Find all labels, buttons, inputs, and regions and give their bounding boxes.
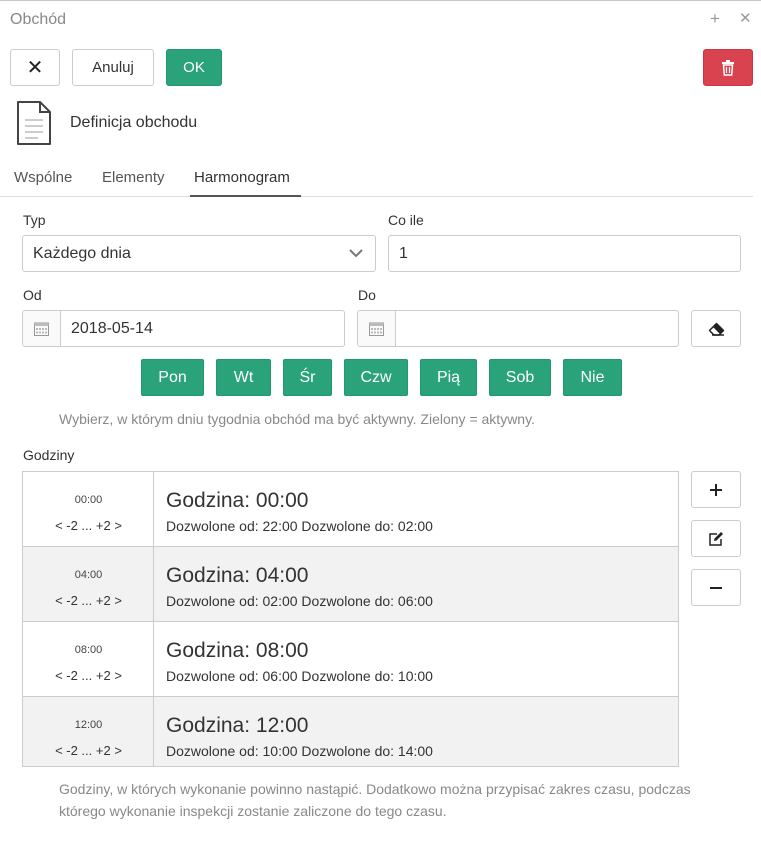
eraser-icon bbox=[708, 322, 724, 336]
cancel-button[interactable]: Anuluj bbox=[72, 49, 154, 86]
calendar-icon[interactable] bbox=[23, 311, 61, 346]
hour-row[interactable]: 12:00 < -2 ... +2 > Godzina: 12:00 Dozwo… bbox=[23, 697, 678, 766]
hour-row[interactable]: 08:00 < -2 ... +2 > Godzina: 08:00 Dozwo… bbox=[23, 622, 678, 697]
delete-button[interactable] bbox=[703, 49, 753, 86]
page-title: Definicja obchodu bbox=[70, 114, 198, 131]
window-close-button[interactable]: ✕ bbox=[739, 9, 752, 29]
active-tab-indicator bbox=[190, 195, 301, 197]
tab-elementy[interactable]: Elementy bbox=[102, 169, 165, 186]
hour-title: Godzina: 00:00 bbox=[166, 489, 309, 512]
trash-icon bbox=[722, 59, 734, 76]
od-date-field[interactable]: 2018-05-14 bbox=[22, 310, 345, 347]
tab-bar: Wspólne Elementy Harmonogram bbox=[0, 160, 753, 197]
chevron-down-icon bbox=[349, 249, 363, 258]
hour-allowed-range: Dozwolone od: 06:00 Dozwolone do: 10:00 bbox=[166, 668, 433, 684]
hour-title: Godzina: 04:00 bbox=[166, 564, 309, 587]
hour-title: Godzina: 12:00 bbox=[166, 714, 309, 737]
typ-select-value: Każdego dnia bbox=[33, 244, 131, 262]
day-toggle-nie[interactable]: Nie bbox=[563, 359, 622, 396]
hour-allowed-range: Dozwolone od: 22:00 Dozwolone do: 02:00 bbox=[166, 518, 433, 534]
do-label: Do bbox=[358, 287, 376, 303]
hour-time-small: 00:00 bbox=[74, 494, 103, 506]
hour-title: Godzina: 08:00 bbox=[166, 639, 309, 662]
window-title: Obchód bbox=[10, 11, 67, 28]
clear-dates-button[interactable] bbox=[691, 310, 741, 347]
day-toggle-pia[interactable]: Pią bbox=[420, 359, 477, 396]
document-icon bbox=[17, 101, 51, 145]
typ-select[interactable]: Każdego dnia bbox=[22, 235, 376, 272]
tab-harmonogram[interactable]: Harmonogram bbox=[194, 169, 290, 186]
hour-cell-left: 04:00 < -2 ... +2 > bbox=[23, 547, 154, 621]
od-label: Od bbox=[23, 287, 42, 303]
do-date-field[interactable] bbox=[357, 310, 679, 347]
ok-button[interactable]: OK bbox=[166, 49, 222, 86]
edit-hour-button[interactable] bbox=[691, 520, 741, 557]
days-hint: Wybierz, w którym dniu tygodnia obchód m… bbox=[59, 411, 535, 427]
hour-range: < -2 ... +2 > bbox=[55, 518, 122, 533]
hour-cell-left: 12:00 < -2 ... +2 > bbox=[23, 697, 154, 766]
day-toggle-sob[interactable]: Sob bbox=[489, 359, 551, 396]
hour-range: < -2 ... +2 > bbox=[55, 668, 122, 683]
hour-cell-left: 00:00 < -2 ... +2 > bbox=[23, 472, 154, 546]
hour-time-small: 12:00 bbox=[74, 719, 103, 731]
co-ile-input[interactable]: 1 bbox=[388, 235, 741, 272]
hour-range: < -2 ... +2 > bbox=[55, 593, 122, 608]
window-titlebar: Obchód + ✕ bbox=[0, 0, 761, 38]
hour-range: < -2 ... +2 > bbox=[55, 743, 122, 758]
hour-time-small: 08:00 bbox=[74, 644, 103, 656]
hours-list: 00:00 < -2 ... +2 > Godzina: 00:00 Dozwo… bbox=[22, 471, 679, 767]
od-date-value: 2018-05-14 bbox=[71, 319, 153, 337]
hours-label: Godziny bbox=[23, 447, 75, 463]
hour-allowed-range: Dozwolone od: 10:00 Dozwolone do: 14:00 bbox=[166, 743, 433, 759]
plus-icon bbox=[710, 483, 722, 496]
co-ile-label: Co ile bbox=[388, 212, 424, 228]
co-ile-value: 1 bbox=[399, 244, 408, 262]
close-icon: ✕ bbox=[26, 57, 44, 79]
hour-cell-left: 08:00 < -2 ... +2 > bbox=[23, 622, 154, 696]
add-hour-button[interactable] bbox=[691, 471, 741, 508]
hour-allowed-range: Dozwolone od: 02:00 Dozwolone do: 06:00 bbox=[166, 593, 433, 609]
tab-wspolne[interactable]: Wspólne bbox=[14, 169, 72, 186]
hour-time-small: 04:00 bbox=[74, 569, 103, 581]
edit-icon bbox=[709, 531, 723, 546]
hours-hint: Godziny, w których wykonanie powinno nas… bbox=[59, 781, 691, 819]
calendar-icon[interactable] bbox=[358, 311, 396, 346]
day-toggle-wt[interactable]: Wt bbox=[216, 359, 271, 396]
hour-row[interactable]: 04:00 < -2 ... +2 > Godzina: 04:00 Dozwo… bbox=[23, 547, 678, 622]
day-toggle-sr[interactable]: Śr bbox=[283, 359, 332, 396]
minus-icon bbox=[710, 586, 722, 589]
remove-hour-button[interactable] bbox=[691, 569, 741, 606]
day-toggle-pon[interactable]: Pon bbox=[141, 359, 204, 396]
window-add-button[interactable]: + bbox=[710, 9, 720, 29]
day-toggle-czw[interactable]: Czw bbox=[344, 359, 408, 396]
typ-label: Typ bbox=[23, 212, 46, 228]
hour-row[interactable]: 00:00 < -2 ... +2 > Godzina: 00:00 Dozwo… bbox=[23, 472, 678, 547]
close-button[interactable]: ✕ bbox=[10, 49, 60, 86]
